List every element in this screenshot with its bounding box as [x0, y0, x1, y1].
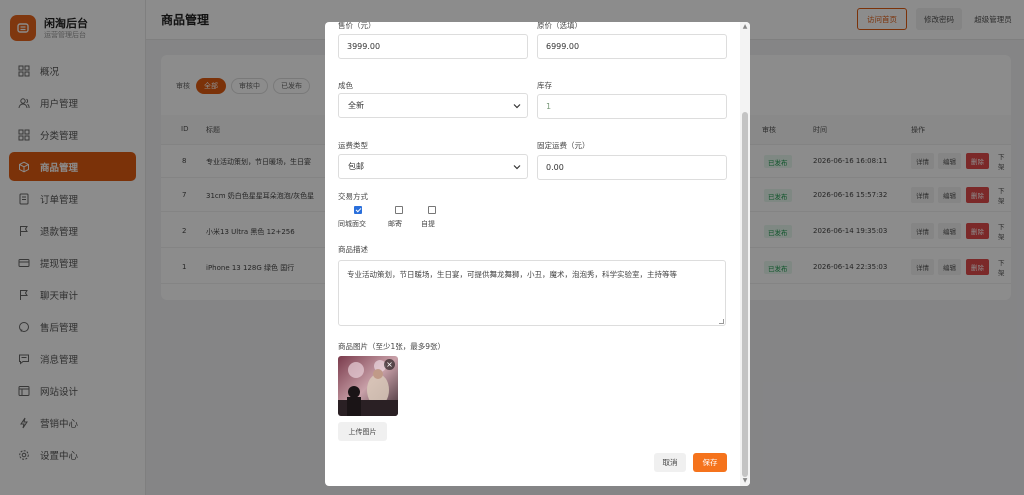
modal-scrollbar[interactable]: ▲ ▼ [740, 22, 750, 486]
original-price-label: 原价（选填） [537, 22, 582, 30]
trade-option-label: 同城面交 [338, 220, 366, 228]
description-label: 商品描述 [338, 245, 368, 254]
condition-value: 全新 [348, 101, 364, 110]
resize-handle-icon[interactable] [719, 319, 724, 324]
remove-image-icon[interactable]: × [384, 359, 395, 370]
price-label: 售价（元） [338, 22, 376, 30]
stock-label: 库存 [537, 81, 552, 90]
description-text: 专业活动策划，节日暖场，生日宴，可提供舞龙舞狮，小丑，魔术，泡泡秀，科学实验室，… [347, 270, 677, 279]
description-textarea[interactable]: 专业活动策划，节日暖场，生日宴，可提供舞龙舞狮，小丑，魔术，泡泡秀，科学实验室，… [338, 260, 726, 326]
fixed-fee-input[interactable]: 0.00 [537, 155, 727, 180]
trade-method-label: 交易方式 [338, 192, 368, 201]
save-button[interactable]: 保存 [693, 453, 727, 472]
scroll-down-icon[interactable]: ▼ [741, 477, 749, 485]
scroll-up-icon[interactable]: ▲ [741, 23, 749, 31]
chevron-down-icon [513, 165, 521, 170]
cancel-button[interactable]: 取消 [654, 453, 686, 472]
stock-input[interactable]: 1 [537, 94, 727, 119]
trade-option-checkbox[interactable] [428, 206, 436, 214]
chevron-down-icon [513, 104, 521, 109]
product-image-thumbnail[interactable]: × [338, 356, 398, 416]
upload-image-button[interactable]: 上传图片 [338, 422, 387, 441]
shipping-type-value: 包邮 [348, 162, 364, 171]
trade-option-label: 自提 [421, 220, 435, 228]
shipping-type-select[interactable]: 包邮 [338, 154, 528, 179]
price-input[interactable]: 3999.00 [338, 34, 528, 59]
shipping-type-label: 运费类型 [338, 141, 368, 150]
images-label: 商品图片（至少1张，最多9张） [338, 342, 446, 351]
scrollbar-thumb[interactable] [742, 112, 748, 477]
condition-label: 成色 [338, 81, 353, 90]
edit-product-modal: 售价（元） 3999.00 原价（选填） 6999.00 成色 全新 库存 1 … [325, 22, 750, 486]
condition-select[interactable]: 全新 [338, 93, 528, 118]
trade-option-checkbox[interactable] [395, 206, 403, 214]
original-price-input[interactable]: 6999.00 [537, 34, 727, 59]
fixed-fee-label: 固定运费（元） [537, 141, 590, 150]
trade-option-label: 邮寄 [388, 220, 402, 228]
trade-option-checkbox[interactable] [354, 206, 362, 214]
